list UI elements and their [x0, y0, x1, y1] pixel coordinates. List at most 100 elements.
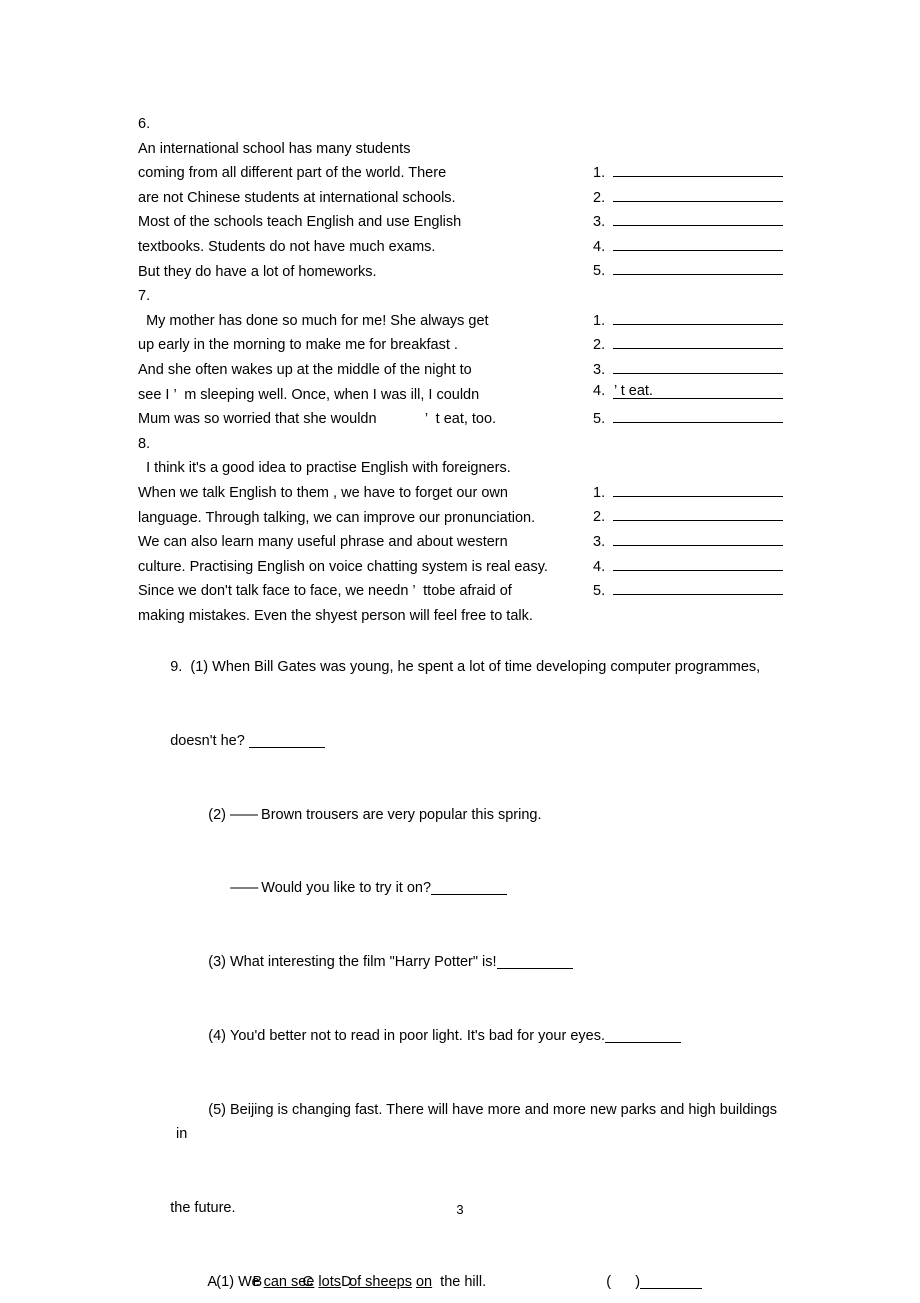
answer-blank[interactable]	[613, 235, 783, 251]
answer-row: 5.	[593, 579, 783, 604]
passage-block-8: 8. I think it's a good idea to practise …	[138, 432, 783, 629]
answer-number: 1.	[593, 484, 606, 501]
passage-line: My mother has done so much for me! She a…	[138, 312, 489, 329]
choice-tail: the hill.	[432, 1273, 487, 1290]
passage-line: Most of the schools teach English and us…	[138, 214, 462, 231]
answer-number: 4.	[593, 382, 606, 399]
answer-row: 5.	[593, 407, 783, 432]
passage-body-7: 7. My mother has done so much for me! Sh…	[138, 284, 608, 432]
passage-line: I think it's a good idea to practise Eng…	[138, 460, 511, 477]
q9-item-text: What interesting the film "Harry Potter"…	[230, 954, 497, 971]
q9-item-label: (2)	[208, 806, 226, 823]
answer-blank[interactable]	[613, 333, 783, 350]
passage-block-7: 7. My mother has done so much for me! Sh…	[138, 284, 783, 432]
question-9: 9. (1) When Bill Gates was young, he spe…	[138, 630, 778, 1245]
q9-item-text-cont: doesn't he?	[170, 732, 245, 749]
q9-item-2-reply: —— Would you like to try it on?	[198, 852, 778, 926]
passage-line: textbooks. Students do not have much exa…	[138, 238, 436, 255]
answer-number: 5.	[593, 583, 606, 600]
q9-item-1-line2: doesn't he?	[138, 704, 778, 778]
passage-line: are not Chinese students at internationa…	[138, 189, 456, 206]
answer-blank[interactable]	[613, 358, 783, 374]
passage-line: coming from all different part of the wo…	[138, 165, 447, 182]
worksheet-page: 6. An international school has many stud…	[0, 0, 920, 1303]
answer-row: 4. ’ t eat.	[593, 383, 783, 408]
answer-number: 4.	[593, 238, 606, 255]
answer-column-6: 1. 2. 3. 4. 5.	[593, 161, 783, 284]
paren-text[interactable]: ( )	[606, 1274, 640, 1290]
passage-line: see I ’ m sleeping well. Once, when I wa…	[138, 386, 480, 403]
answer-column-8: 1. 2. 3. 4. 5.	[593, 481, 783, 604]
q9-item-label: (1)	[190, 659, 209, 676]
choice-answer-blank[interactable]	[640, 1287, 703, 1289]
choice-part-d: on	[415, 1273, 433, 1290]
answer-blank[interactable]	[613, 481, 783, 497]
q9-item-label: (5)	[208, 1101, 226, 1118]
answer-row: 2.	[593, 505, 783, 530]
q9-answer-blank-3[interactable]	[496, 968, 573, 970]
answer-number: 1.	[593, 312, 606, 329]
q9-item-text: You'd better not to read in poor light. …	[230, 1027, 605, 1044]
choice-item: (2) They flying kites in the park now. A…	[176, 1294, 778, 1303]
choice-part-c: of sheeps	[349, 1273, 412, 1290]
passage-line: up early in the morning to make me for b…	[138, 337, 458, 354]
answer-blank[interactable]	[613, 407, 783, 424]
section-number-8: 8.	[138, 435, 151, 452]
q9-item-3: (3) What interesting the film "Harry Pot…	[176, 926, 778, 1000]
answer-blank[interactable]	[613, 259, 783, 276]
section-number-6: 6.	[138, 116, 151, 132]
answer-blank-filled[interactable]: ’ t eat.	[613, 383, 783, 399]
q9-number: 9.	[170, 659, 183, 676]
page-content: 6. An international school has many stud…	[138, 112, 783, 1303]
answer-row: 2.	[593, 333, 783, 358]
q9-item-1-line1: 9. (1) When Bill Gates was young, he spe…	[138, 630, 778, 704]
answer-row: 5.	[593, 259, 783, 284]
answer-number: 1.	[593, 165, 606, 181]
answer-row: 1.	[593, 481, 783, 506]
q9-answer-blank-1[interactable]	[248, 746, 325, 748]
q9-answer-blank-2[interactable]	[431, 894, 508, 896]
answer-blank[interactable]	[613, 530, 783, 546]
answer-row: 4.	[593, 555, 783, 580]
passage-line: making mistakes. Even the shyest person …	[138, 607, 533, 624]
passage-line: When we talk English to them , we have t…	[138, 484, 508, 501]
em-dash-icon: ——	[230, 806, 258, 823]
passage-line: We can also learn many useful phrase and…	[138, 534, 508, 551]
passage-body-8: 8. I think it's a good idea to practise …	[138, 432, 638, 629]
q9-item-5: (5) Beijing is changing fast. There will…	[176, 1073, 778, 1171]
answer-row: 3.	[593, 358, 783, 383]
answer-row: 3.	[593, 530, 783, 555]
passage-body-6: 6. An international school has many stud…	[138, 112, 608, 284]
answer-number: 3.	[593, 361, 606, 378]
passage-block-6: 6. An international school has many stud…	[138, 112, 783, 284]
answer-number: 2.	[593, 509, 606, 526]
q9-item-2: (2) —— Brown trousers are very popular t…	[176, 778, 778, 852]
answer-blank[interactable]	[613, 505, 783, 522]
answer-blank[interactable]	[613, 579, 783, 596]
q9-item-label: (3)	[208, 954, 226, 971]
answer-blank[interactable]	[613, 186, 783, 202]
choice-answer-paren: ( )	[576, 1294, 712, 1303]
passage-line: But they do have a lot of homeworks.	[138, 263, 377, 280]
q9-answer-blank-4[interactable]	[604, 1041, 681, 1043]
q9-item-text: Brown trousers are very popular this spr…	[261, 806, 542, 823]
choice-item-list: (1) We can see lots of sheeps on the hil…	[138, 1245, 778, 1303]
answer-number: 4.	[593, 558, 606, 575]
answer-blank[interactable]	[613, 210, 783, 227]
passage-line: Mum was so worried that she wouldn ’ t e…	[138, 411, 497, 428]
answer-row: 2.	[593, 186, 783, 211]
page-number: 3	[456, 1202, 464, 1217]
q9-item-label: (4)	[208, 1027, 226, 1044]
answer-blank[interactable]	[613, 309, 783, 325]
answer-blank[interactable]	[613, 555, 783, 571]
passage-line: And she often wakes up at the middle of …	[138, 361, 472, 378]
q9-item-text: Would you like to try it on?	[261, 880, 432, 897]
answer-number: 2.	[593, 189, 606, 206]
passage-line: language. Through talking, we can improv…	[138, 509, 536, 526]
choice-sentence: (2) They flying kites in the park now.	[176, 1294, 468, 1303]
choice-item: (1) We can see lots of sheeps on the hil…	[176, 1245, 778, 1294]
answer-number: 2.	[593, 337, 606, 354]
answer-blank[interactable]	[613, 161, 783, 177]
answer-row: 3.	[593, 210, 783, 235]
answer-row: 1.	[593, 309, 783, 334]
